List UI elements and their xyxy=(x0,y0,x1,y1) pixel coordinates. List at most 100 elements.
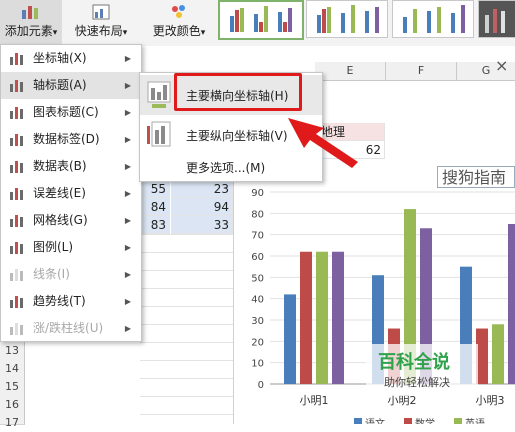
table-cell[interactable]: 55 xyxy=(140,180,170,198)
menu-item[interactable]: 趋势线(T) ▶ xyxy=(1,288,139,315)
chevron-down-icon: ▾ xyxy=(122,28,128,38)
table-cell[interactable]: 33 xyxy=(171,216,233,234)
change-color-button[interactable]: 更改颜色▾ xyxy=(144,0,214,46)
chevron-right-icon: ▶ xyxy=(124,216,131,225)
table-cell[interactable]: 94 xyxy=(171,198,233,216)
legend-icon xyxy=(10,242,23,254)
table-cell[interactable]: 84 xyxy=(140,198,170,216)
legend-label: 数学 xyxy=(415,417,435,424)
chart-style-preview-icon xyxy=(485,9,505,33)
error-bars-icon xyxy=(10,188,23,200)
bar xyxy=(300,251,312,384)
chart-style-thumbnail-2[interactable] xyxy=(306,0,388,38)
y-tick-label: 60 xyxy=(251,252,264,263)
y-tick-label: 90 xyxy=(251,188,264,199)
menu-item-label: 坐标轴(X) xyxy=(33,51,87,65)
bar xyxy=(332,251,344,384)
table-cell[interactable]: 83 xyxy=(140,216,170,234)
menu-item-label: 涨/跌柱线(U) xyxy=(33,321,104,335)
menu-item[interactable]: 图表标题(C) ▶ xyxy=(1,99,139,126)
y-tick-label: 30 xyxy=(251,316,264,327)
quick-layout-button[interactable]: 快速布局▾ xyxy=(66,0,136,46)
chart-style-thumbnail-1[interactable] xyxy=(218,0,304,40)
close-icon[interactable]: × xyxy=(495,56,508,75)
y-tick-label: 50 xyxy=(251,273,264,284)
menu-item[interactable]: 网格线(G) ▶ xyxy=(1,207,139,234)
menu-item[interactable]: 数据标签(D) ▶ xyxy=(1,126,139,153)
lines-icon xyxy=(10,269,23,281)
menu-item[interactable]: 轴标题(A) ▶ xyxy=(1,72,139,99)
chevron-right-icon: ▶ xyxy=(124,135,131,144)
bar xyxy=(492,324,504,384)
bar xyxy=(316,251,328,384)
ribbon: 添加元素▾ 快速布局▾ 更改颜色▾ xyxy=(0,0,515,47)
quick-layout-icon xyxy=(92,4,110,20)
y-tick-label: 40 xyxy=(251,295,264,306)
trendline-icon xyxy=(10,296,23,308)
chart-style-preview-icon xyxy=(230,6,292,32)
add-element-icon xyxy=(22,6,38,19)
watermark: 百科全说 助你轻松解决 xyxy=(366,344,478,396)
change-color-label: 更改颜色 xyxy=(152,24,201,38)
highlight-box xyxy=(174,73,302,111)
chevron-down-icon: ▾ xyxy=(52,28,58,38)
chevron-right-icon: ▶ xyxy=(124,270,131,279)
chart-title[interactable]: 搜狗指南 xyxy=(437,166,515,188)
menu-item: 涨/跌柱线(U) ▶ xyxy=(1,315,139,342)
column-header-f[interactable]: F xyxy=(386,62,457,81)
y-tick-label: 0 xyxy=(258,380,264,391)
chart-style-preview-icon xyxy=(317,5,379,33)
chevron-right-icon: ▶ xyxy=(124,324,131,333)
chevron-right-icon: ▶ xyxy=(124,54,131,63)
menu-item[interactable]: 坐标轴(X) ▶ xyxy=(1,45,139,72)
menu-item-label: 图表标题(C) xyxy=(33,105,99,119)
red-arrow-icon xyxy=(288,118,358,168)
data-labels-icon xyxy=(10,134,23,146)
menu-item[interactable]: 图例(L) ▶ xyxy=(1,234,139,261)
more-options-label: 更多选项...(M) xyxy=(186,161,266,175)
palette-icon xyxy=(172,5,185,18)
quick-layout-label: 快速布局 xyxy=(74,24,123,38)
menu-item[interactable]: 误差线(E) ▶ xyxy=(1,180,139,207)
axis-title-icon xyxy=(10,80,23,92)
row-header[interactable]: 14 xyxy=(0,360,25,379)
row-header[interactable]: 13 xyxy=(0,342,25,361)
chevron-down-icon: ▾ xyxy=(200,28,206,38)
chevron-right-icon: ▶ xyxy=(124,297,131,306)
chart-style-preview-icon xyxy=(403,5,465,33)
chevron-right-icon: ▶ xyxy=(124,162,131,171)
x-tick-label: 小明1 xyxy=(300,394,329,407)
updown-bars-icon xyxy=(10,323,23,335)
add-element-menu: 坐标轴(X) ▶ 轴标题(A) ▶ 图表标题(C) ▶ 数据标签(D) ▶ 数据表(B) ▶ 误差线… xyxy=(0,44,142,342)
table-cell[interactable]: 23 xyxy=(171,180,233,198)
chart-style-thumbnail-3[interactable] xyxy=(392,0,474,38)
watermark-subtitle: 助你轻松解决 xyxy=(384,376,450,389)
row-header[interactable]: 17 xyxy=(0,414,25,429)
y-tick-label: 20 xyxy=(251,337,264,348)
chevron-right-icon: ▶ xyxy=(124,189,131,198)
column-header-e[interactable]: E xyxy=(315,62,386,81)
empty-cells[interactable] xyxy=(140,234,234,424)
chart-title-icon xyxy=(10,107,23,119)
menu-item[interactable]: 数据表(B) ▶ xyxy=(1,153,139,180)
row-header[interactable]: 16 xyxy=(0,396,25,415)
menu-item: 线条(I) ▶ xyxy=(1,261,139,288)
chevron-right-icon: ▶ xyxy=(124,243,131,252)
watermark-title: 百科全说 xyxy=(378,352,450,373)
menu-item-label: 数据表(B) xyxy=(33,159,87,173)
gridlines-icon xyxy=(10,215,23,227)
chevron-right-icon: ▶ xyxy=(124,108,131,117)
bar xyxy=(508,224,515,384)
y-tick-label: 10 xyxy=(251,359,264,370)
row-header[interactable]: 15 xyxy=(0,378,25,397)
menu-item-label: 图例(L) xyxy=(33,240,74,254)
legend-label: 语文 xyxy=(365,417,385,424)
chart-style-thumbnail-4[interactable] xyxy=(478,0,515,38)
y-tick-label: 80 xyxy=(251,209,264,220)
legend-label: 英语 xyxy=(465,417,485,424)
menu-item-label: 轴标题(A) xyxy=(33,78,87,92)
add-element-button[interactable]: 添加元素▾ xyxy=(0,0,62,46)
primary-vertical-axis-label: 主要纵向坐标轴(V) xyxy=(186,129,288,143)
y-tick-label: 70 xyxy=(251,231,264,242)
menu-item-label: 趋势线(T) xyxy=(33,294,86,308)
